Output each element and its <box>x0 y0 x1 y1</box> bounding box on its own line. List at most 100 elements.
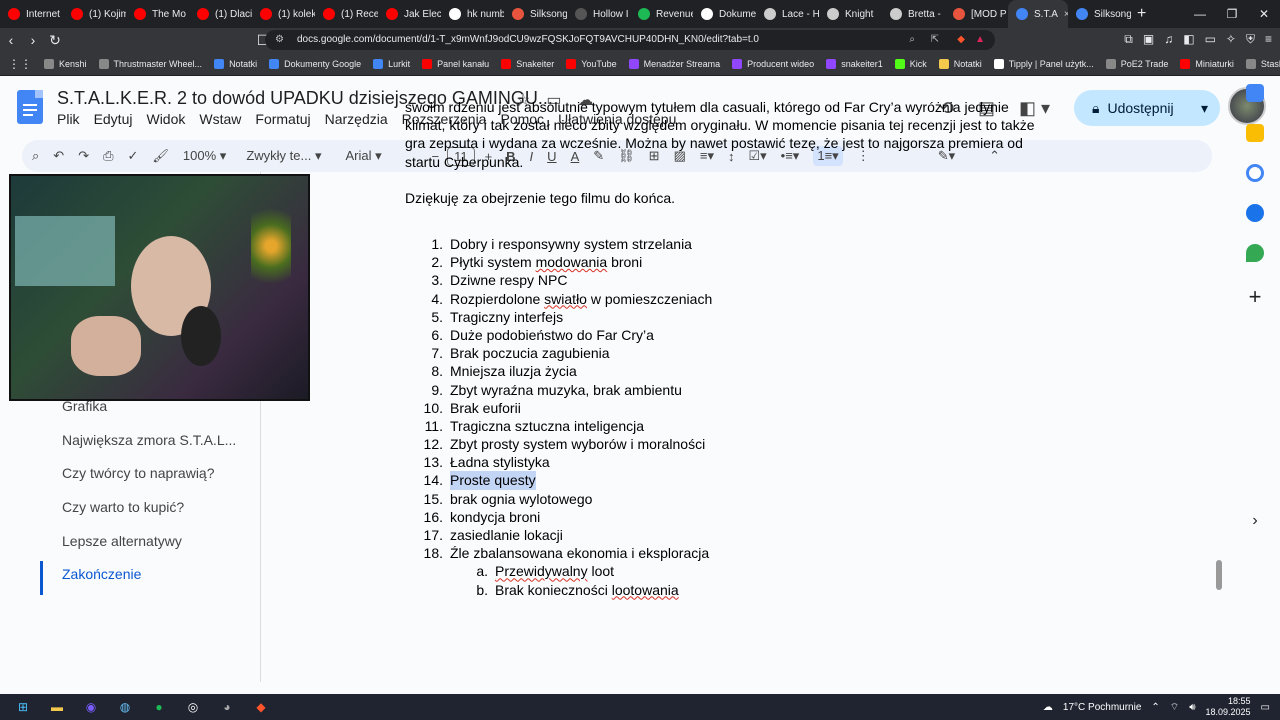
bookmark-item[interactable]: Kick <box>894 58 927 69</box>
style-select[interactable]: Zwykły te... ▾ <box>246 148 321 164</box>
music-icon[interactable]: ♫ <box>1164 32 1173 47</box>
search-menus-icon[interactable]: ⌕ <box>32 148 39 164</box>
volume-icon[interactable]: 🔊︎ <box>1189 702 1195 713</box>
bookmark-item[interactable]: Notatki <box>214 58 257 69</box>
explorer-icon[interactable]: ▬ <box>46 698 68 716</box>
forward-icon[interactable]: › <box>22 32 44 48</box>
menu-item[interactable]: Narzędzia <box>325 111 388 127</box>
obs-icon[interactable]: ◉ <box>80 698 102 716</box>
site-info-icon[interactable]: ⚙ <box>275 30 284 50</box>
calendar-icon[interactable] <box>1246 84 1264 102</box>
obs-studio-icon[interactable]: ◎ <box>182 698 204 716</box>
bookmark-item[interactable]: Dokumenty Google <box>269 58 361 69</box>
brave-shield-icon[interactable]: ◆ <box>957 30 965 50</box>
share-button[interactable]: 🔒︎ Udostępnij ▾ <box>1074 90 1220 126</box>
menu-icon[interactable]: ≡ <box>1265 32 1272 47</box>
sidebar-toggle-icon[interactable]: ◧ <box>1183 32 1194 47</box>
browser-tab[interactable]: S.T.A × <box>1008 0 1068 28</box>
browser-tab[interactable]: (1) Kojim <box>63 0 126 28</box>
bookmark-item[interactable]: Tipply | Panel użytk... <box>993 58 1094 69</box>
start-icon[interactable]: ⊞ <box>12 698 34 716</box>
browser-tab[interactable]: Internet <box>0 0 63 28</box>
new-tab-icon[interactable]: + <box>1137 5 1146 23</box>
scrollbar[interactable] <box>1216 560 1222 590</box>
bookmark-item[interactable]: YouTube <box>566 58 617 69</box>
network-icon[interactable]: ⌔ <box>1170 701 1179 714</box>
share-page-icon[interactable]: ⇱ <box>931 30 939 50</box>
tray-chevron-icon[interactable]: ⌃ <box>1151 702 1159 713</box>
wallet-icon[interactable]: ▭ <box>1205 32 1216 47</box>
document-page[interactable]: swoim rdzeniu jest absolutnie typowym ty… <box>405 98 1045 599</box>
discord-icon[interactable]: ◕ <box>216 698 238 716</box>
menu-item[interactable]: Plik <box>57 111 80 127</box>
browser-tab[interactable]: Silksong <box>504 0 567 28</box>
browser-tab[interactable]: Dokume <box>693 0 756 28</box>
bookmark-item[interactable]: Producent wideo <box>732 58 814 69</box>
spotify-icon[interactable]: ● <box>148 698 170 716</box>
browser-tab[interactable]: [MOD P <box>945 0 1008 28</box>
contacts-icon[interactable] <box>1246 204 1264 222</box>
outline-item[interactable]: Lepsze alternatywy <box>40 528 260 562</box>
url-field[interactable]: ⚙ docs.google.com/document/d/1-T_x9mWnfJ… <box>265 30 995 50</box>
browser-tab[interactable]: hk numb <box>441 0 504 28</box>
bookmark-item[interactable]: Panel kanału <box>422 58 489 69</box>
zoom-icon[interactable]: ⌕ <box>909 30 915 50</box>
browser-tab[interactable]: (1) kolek <box>252 0 315 28</box>
bookmark-item[interactable]: Kenshi <box>44 58 87 69</box>
apps-icon[interactable]: ⋮⋮ <box>8 57 32 71</box>
menu-item[interactable]: Edytuj <box>94 111 133 127</box>
steam-icon[interactable]: ◍ <box>114 698 136 716</box>
undo-icon[interactable]: ↶ <box>53 148 64 164</box>
paint-format-icon[interactable]: 🖌︎ <box>152 148 169 164</box>
tasks-icon[interactable] <box>1246 164 1264 182</box>
outline-item[interactable]: Największa zmora S.T.A.L... <box>40 427 260 461</box>
bookmark-item[interactable]: Notatki <box>938 58 982 69</box>
vpn-icon[interactable]: ⛨ <box>1246 32 1255 47</box>
menu-item[interactable]: Wstaw <box>199 111 241 127</box>
ai-icon[interactable]: ✧ <box>1226 32 1236 47</box>
chevron-down-icon[interactable]: ▾ <box>1201 100 1208 117</box>
show-panel-icon[interactable]: › <box>1252 512 1257 530</box>
back-icon[interactable]: ‹ <box>0 32 22 48</box>
bookmark-item[interactable]: Thrustmaster Wheel... <box>98 58 202 69</box>
screenshot-icon[interactable]: ▣ <box>1143 32 1154 47</box>
outline-item[interactable]: Zakończenie <box>40 561 260 595</box>
extension-icon[interactable]: ⧉ <box>1124 32 1133 47</box>
browser-tab[interactable]: (1) Dlaci <box>189 0 252 28</box>
restore-icon[interactable]: ❐ <box>1216 0 1248 28</box>
browser-tab[interactable]: Revenue <box>630 0 693 28</box>
zoom-select[interactable]: 100% ▾ <box>183 148 226 164</box>
keep-icon[interactable] <box>1246 124 1264 142</box>
bookmark-item[interactable]: Snakeiter <box>501 58 554 69</box>
browser-tab[interactable]: Hollow I <box>567 0 630 28</box>
bookmark-item[interactable]: Stash <box>1245 58 1280 69</box>
redo-icon[interactable]: ↷ <box>78 148 89 164</box>
outline-item[interactable]: Czy twórcy to naprawią? <box>40 460 260 494</box>
bookmark-item[interactable]: PoE2 Trade <box>1105 58 1168 69</box>
bookmark-item[interactable]: Lurkit <box>373 58 410 69</box>
clock[interactable]: 18:55 18.09.2025 <box>1206 696 1251 718</box>
browser-tab[interactable]: (1) Recen <box>315 0 378 28</box>
close-window-icon[interactable]: ✕ <box>1248 0 1280 28</box>
browser-tab[interactable]: Bretta - <box>882 0 945 28</box>
bookmark-item[interactable]: Miniaturki <box>1180 58 1234 69</box>
maps-icon[interactable] <box>1246 244 1264 262</box>
spellcheck-icon[interactable]: ✓ <box>128 148 139 164</box>
bookmark-item[interactable]: Menadżer Streama <box>628 58 720 69</box>
weather-text[interactable]: 17°C Pochmurnie <box>1063 702 1141 713</box>
rewards-icon[interactable]: ▲ <box>975 30 985 50</box>
bookmark-item[interactable]: snakeiter1 <box>826 58 883 69</box>
browser-tab[interactable]: Silksong <box>1068 0 1131 28</box>
browser-tab[interactable]: Lace - H <box>756 0 819 28</box>
reload-icon[interactable]: ↻ <box>44 32 66 49</box>
outline-item[interactable]: Czy warto to kupić? <box>40 494 260 528</box>
notifications-icon[interactable]: ▭ <box>1261 702 1270 713</box>
add-addon-icon[interactable]: + <box>1249 284 1262 310</box>
browser-tab[interactable]: The Mo <box>126 0 189 28</box>
print-icon[interactable]: ⎙ <box>103 148 113 164</box>
browser-tab[interactable]: Jak Elect <box>378 0 441 28</box>
brave-icon[interactable]: ◆ <box>250 698 272 716</box>
menu-item[interactable]: Formatuj <box>255 111 310 127</box>
menu-item[interactable]: Widok <box>146 111 185 127</box>
minimize-icon[interactable]: — <box>1184 0 1216 28</box>
